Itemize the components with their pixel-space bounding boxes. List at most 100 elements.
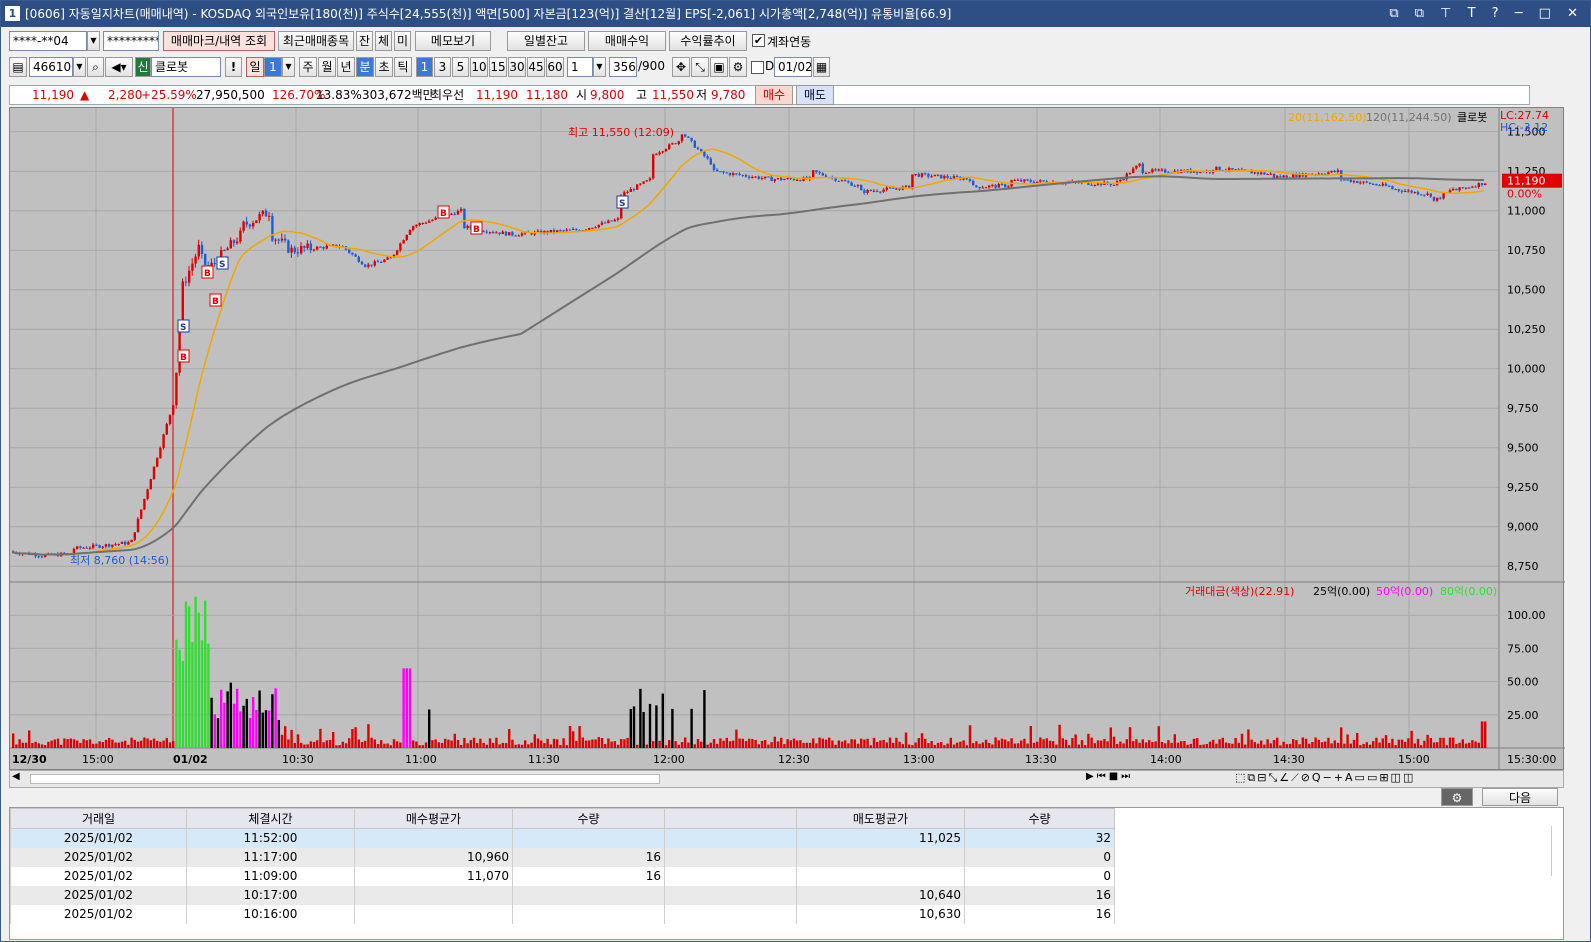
min-3[interactable]: 3 <box>434 57 451 77</box>
candle-body <box>1269 173 1272 175</box>
tab-second[interactable]: 초 <box>375 57 393 77</box>
min-5[interactable]: 5 <box>452 57 469 77</box>
table-header[interactable]: 수량 <box>964 808 1115 829</box>
unit-input[interactable]: 1 <box>567 57 593 77</box>
scroll-thumb[interactable] <box>30 774 660 784</box>
date-checkbox[interactable] <box>751 61 764 74</box>
candle-body <box>1480 183 1484 186</box>
stock-name-field[interactable]: 클로봇 <box>151 57 221 77</box>
tab-week[interactable]: 주 <box>299 57 317 77</box>
chart-scrollbar[interactable]: ◀ ▶⏮■⏭ ⬚⧉⊟⤡∠⟋⊘Q−+A▭▭⊞◫◫ <box>9 770 1564 788</box>
table-header[interactable]: 매수평균가 <box>354 808 513 829</box>
min-30[interactable]: 30 <box>508 57 526 77</box>
table-row[interactable]: 2025/01/02 10:17:00 10,640 16 <box>10 885 1115 905</box>
stock-code-input[interactable]: 466100 <box>29 57 73 77</box>
daily-balance-button[interactable]: 일별잔고 <box>507 31 585 51</box>
table-row[interactable]: 2025/01/02 11:52:00 11,025 32 <box>10 828 1115 848</box>
layout-icon[interactable]: ▤ <box>9 57 27 77</box>
candle-body <box>466 225 469 229</box>
volume-bar <box>898 741 901 748</box>
volume-bar <box>501 742 504 748</box>
candle-body <box>1013 180 1016 182</box>
table-scrollbar[interactable] <box>1551 826 1561 876</box>
volume-bar <box>1205 743 1208 748</box>
candle-body <box>1164 169 1167 173</box>
volume-bar <box>872 737 876 748</box>
candle-body <box>565 229 568 231</box>
table-header[interactable] <box>664 808 797 829</box>
draw-icon[interactable]: ⤡ <box>691 57 709 77</box>
period-day-value[interactable]: 1 <box>264 57 282 77</box>
buy-button[interactable]: 매수 <box>755 85 793 105</box>
volume-bar <box>1372 741 1375 748</box>
unit-dropdown-icon[interactable]: ▼ <box>593 57 606 77</box>
password-field[interactable]: ********* <box>103 31 159 51</box>
min-45[interactable]: 45 <box>527 57 545 77</box>
code-dropdown-icon[interactable]: ▼ <box>73 57 86 77</box>
executed-button[interactable]: 체 <box>375 31 392 51</box>
table-cell <box>512 828 665 848</box>
tab-month[interactable]: 월 <box>318 57 336 77</box>
candle-body <box>1253 172 1256 174</box>
tab-minute[interactable]: 분 <box>356 57 374 77</box>
tab-year[interactable]: 년 <box>337 57 355 77</box>
candle-body <box>188 270 191 283</box>
window-controls[interactable]: ⧉ ⧉ ⊤ T ? ─ □ ✕ <box>1389 1 1584 27</box>
volume-bar <box>264 710 268 748</box>
account-link-checkbox[interactable]: ✔ <box>752 34 765 47</box>
cursor-icon[interactable]: ✥ <box>672 57 690 77</box>
memo-button[interactable]: 메모보기 <box>415 31 491 51</box>
table-cell: 11:52:00 <box>186 828 355 848</box>
volume-bar <box>1253 742 1256 748</box>
table-header[interactable]: 매도평균가 <box>796 808 965 829</box>
sell-button[interactable]: 매도 <box>796 85 834 105</box>
table-row[interactable]: 2025/01/02 11:09:00 11,070 16 0 <box>10 866 1115 886</box>
sound-icon[interactable]: ◀▾ <box>105 57 133 77</box>
settings-gear-icon[interactable]: ⚙ <box>1441 788 1473 806</box>
min-1[interactable]: 1 <box>416 57 433 77</box>
volume-bar <box>888 737 892 748</box>
chart-area[interactable]: 11,500 11,250 11,000 10,750 10,500 10,250 10,0… <box>9 107 1565 771</box>
volume-bar <box>1391 738 1394 748</box>
calendar-icon[interactable]: ▦ <box>813 57 830 77</box>
save-icon[interactable]: ▣ <box>710 57 728 77</box>
min-15[interactable]: 15 <box>489 57 507 77</box>
date-input[interactable]: 01/02 <box>774 57 812 77</box>
volume-bar <box>684 737 687 748</box>
volume-bar <box>367 724 370 748</box>
recent-trades-button[interactable]: 최근매매종목 <box>278 31 354 51</box>
table-header[interactable]: 수량 <box>512 808 665 829</box>
volume-bar <box>1375 737 1378 748</box>
period-day-tab[interactable]: 일 <box>246 57 264 77</box>
candle-body <box>309 243 312 251</box>
scroll-left-icon[interactable]: ◀ <box>12 771 20 782</box>
return-trend-button[interactable]: 수익률추이 <box>669 31 747 51</box>
volume-bar <box>952 744 956 748</box>
gear-icon[interactable]: ⚙ <box>729 57 747 77</box>
min-60[interactable]: 60 <box>546 57 564 77</box>
chevron-down-icon[interactable]: ▼ <box>87 31 100 51</box>
table-header[interactable]: 거래일 <box>10 808 187 829</box>
candle-body <box>1160 169 1164 171</box>
search-icon[interactable]: ⌕ <box>87 57 104 77</box>
candle-body <box>428 220 431 223</box>
mark-history-button[interactable]: 매매마크/내역 조회 <box>163 31 275 51</box>
drawing-tools-icon[interactable]: ⬚⧉⊟⤡∠⟋⊘Q−+A▭▭⊞◫◫ <box>1235 771 1415 785</box>
table-header[interactable]: 체결시간 <box>186 808 355 829</box>
volume-bar <box>767 744 770 748</box>
volume-bar <box>1144 742 1148 748</box>
min-10[interactable]: 10 <box>470 57 488 77</box>
next-button[interactable]: 다음 <box>1482 788 1558 806</box>
count-input[interactable]: 356 <box>609 57 637 77</box>
account-select[interactable]: ****-**04 <box>9 31 87 51</box>
tab-tick[interactable]: 틱 <box>394 57 412 77</box>
playback-controls-icon[interactable]: ▶⏮■⏭ <box>1086 771 1133 782</box>
time-label: 12:30 <box>778 753 810 766</box>
table-row[interactable]: 2025/01/02 11:17:00 10,960 16 0 <box>10 847 1115 867</box>
alert-icon[interactable]: ! <box>225 57 242 77</box>
trade-profit-button[interactable]: 매매수익 <box>588 31 666 51</box>
period-dropdown-icon[interactable]: ▼ <box>282 57 295 77</box>
table-row[interactable]: 2025/01/02 10:16:00 10,630 16 <box>10 904 1115 924</box>
unfilled-button[interactable]: 미 <box>394 31 411 51</box>
balance-button[interactable]: 잔 <box>356 31 373 51</box>
